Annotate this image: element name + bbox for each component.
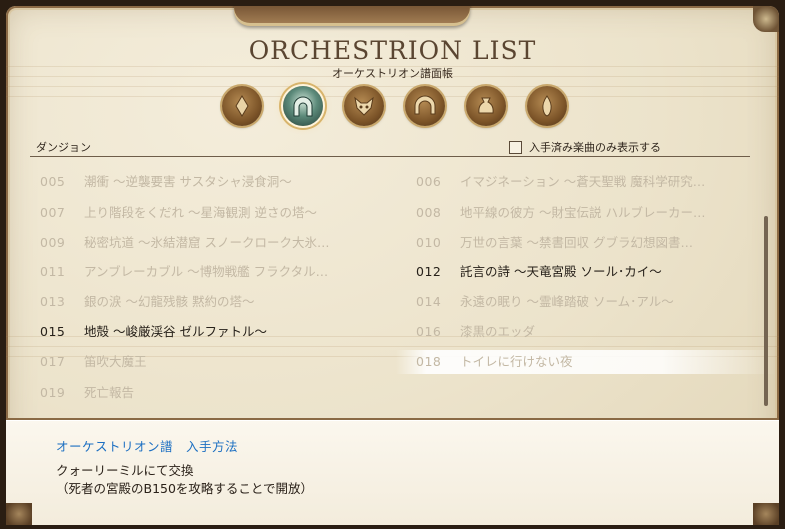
window-subtitle: オーケストリオン譜面帳	[332, 67, 453, 80]
song-number: 010	[416, 235, 442, 250]
song-number: 018	[416, 354, 442, 369]
corner-ornament	[753, 503, 779, 525]
song-number: 015	[40, 324, 66, 339]
song-number: 019	[40, 385, 66, 400]
song-title: 託言の詩 ～天竜宮殿 ソール･カイ～	[460, 264, 662, 279]
acquisition-info-panel: オーケストリオン譜 入手方法 クォーリーミルにて交換 （死者の宮殿のB150を攻…	[6, 418, 779, 525]
close-icon[interactable]	[753, 6, 779, 32]
song-row[interactable]: 017 笛吹大魔王	[30, 350, 380, 374]
song-title: 地平線の彼方 ～財宝伝説 ハルブレーカー…	[460, 205, 706, 220]
song-list: 005 潮衝 ～逆襲要害 サスタシャ浸食洞～ 006 イマジネーション ～蒼天聖戦 …	[30, 170, 776, 410]
corner-ornament	[6, 503, 32, 525]
song-row[interactable]: 011 アンブレーカブル ～博物戦艦 フラクタル…	[30, 260, 380, 284]
acquisition-method: クォーリーミルにて交換	[56, 463, 194, 478]
flame-icon[interactable]	[527, 86, 567, 126]
song-number: 007	[40, 205, 66, 220]
song-row[interactable]: 009 秘密坑道 ～氷結潜窟 スノークローク大氷…	[30, 231, 380, 255]
song-row[interactable]: 007 上り階段をくだれ ～星海観測 逆さの塔～	[30, 201, 380, 225]
song-number: 014	[416, 294, 442, 309]
category-tabs	[222, 86, 567, 130]
category-label: ダンジョン	[36, 141, 91, 154]
window-title: ORCHESTRION LIST	[248, 36, 537, 65]
song-number: 011	[40, 264, 66, 279]
song-title: 銀の涙 ～幻龍残骸 黙約の塔～	[84, 294, 255, 309]
song-title: 万世の言葉 ～禁書回収 グブラ幻想図書…	[460, 235, 693, 250]
song-row[interactable]: 018 トイレに行けない夜	[396, 350, 776, 374]
song-title: 地殻 ～峻厳渓谷 ゼルファトル～	[84, 324, 267, 339]
top-ornament	[234, 6, 470, 26]
song-title: 秘密坑道 ～氷結潜窟 スノークローク大氷…	[84, 235, 330, 250]
beast-face-icon[interactable]	[344, 86, 384, 126]
song-number: 017	[40, 354, 66, 369]
song-row[interactable]: 010 万世の言葉 ～禁書回収 グブラ幻想図書…	[406, 231, 756, 255]
song-title: 潮衝 ～逆襲要害 サスタシャ浸食洞～	[84, 174, 292, 189]
song-row[interactable]: 005 潮衝 ～逆襲要害 サスタシャ浸食洞～	[30, 170, 380, 194]
obtained-filter-checkbox[interactable]	[509, 140, 522, 154]
song-number: 012	[416, 264, 442, 279]
header-divider	[30, 156, 750, 157]
list-scrollbar[interactable]	[764, 216, 768, 406]
song-number: 006	[416, 174, 442, 189]
song-row[interactable]: 014 永遠の眠り ～霊峰踏破 ソーム･アル～	[406, 290, 756, 314]
arch-icon[interactable]	[405, 86, 445, 126]
song-number: 016	[416, 324, 442, 339]
song-number: 008	[416, 205, 442, 220]
song-title: 笛吹大魔王	[84, 354, 147, 369]
song-row[interactable]: 006 イマジネーション ～蒼天聖戦 魔科学研究…	[406, 170, 756, 194]
obtained-filter-label: 入手済み楽曲のみ表示する	[529, 141, 661, 154]
song-row[interactable]: 012 託言の詩 ～天竜宮殿 ソール･カイ～	[406, 260, 756, 284]
acquisition-title: オーケストリオン譜 入手方法	[56, 439, 239, 454]
obtained-filter[interactable]: 入手済み楽曲のみ表示する	[509, 139, 661, 155]
song-title: 上り階段をくだれ ～星海観測 逆さの塔～	[84, 205, 317, 220]
song-row[interactable]: 013 銀の涙 ～幻龍残骸 黙約の塔～	[30, 290, 380, 314]
song-row[interactable]: 016 漆黒のエッダ	[406, 320, 756, 344]
song-number: 005	[40, 174, 66, 189]
song-title: 漆黒のエッダ	[460, 324, 536, 339]
dungeon-gate-icon[interactable]	[283, 86, 323, 126]
song-title: トイレに行けない夜	[460, 354, 573, 369]
song-number: 009	[40, 235, 66, 250]
song-number: 013	[40, 294, 66, 309]
song-title: 死亡報告	[84, 385, 135, 400]
song-title: アンブレーカブル ～博物戦艦 フラクタル…	[84, 264, 329, 279]
acquisition-condition: （死者の宮殿のB150を攻略することで開放）	[56, 481, 314, 496]
song-row[interactable]: 015 地殻 ～峻厳渓谷 ゼルファトル～	[30, 320, 380, 344]
song-row[interactable]: 008 地平線の彼方 ～財宝伝説 ハルブレーカー…	[406, 201, 756, 225]
song-title: 永遠の眠り ～霊峰踏破 ソーム･アル～	[460, 294, 674, 309]
bag-icon[interactable]	[466, 86, 506, 126]
song-row[interactable]: 019 死亡報告	[30, 381, 380, 405]
crystal-icon[interactable]	[222, 86, 262, 126]
song-title: イマジネーション ～蒼天聖戦 魔科学研究…	[460, 174, 706, 189]
